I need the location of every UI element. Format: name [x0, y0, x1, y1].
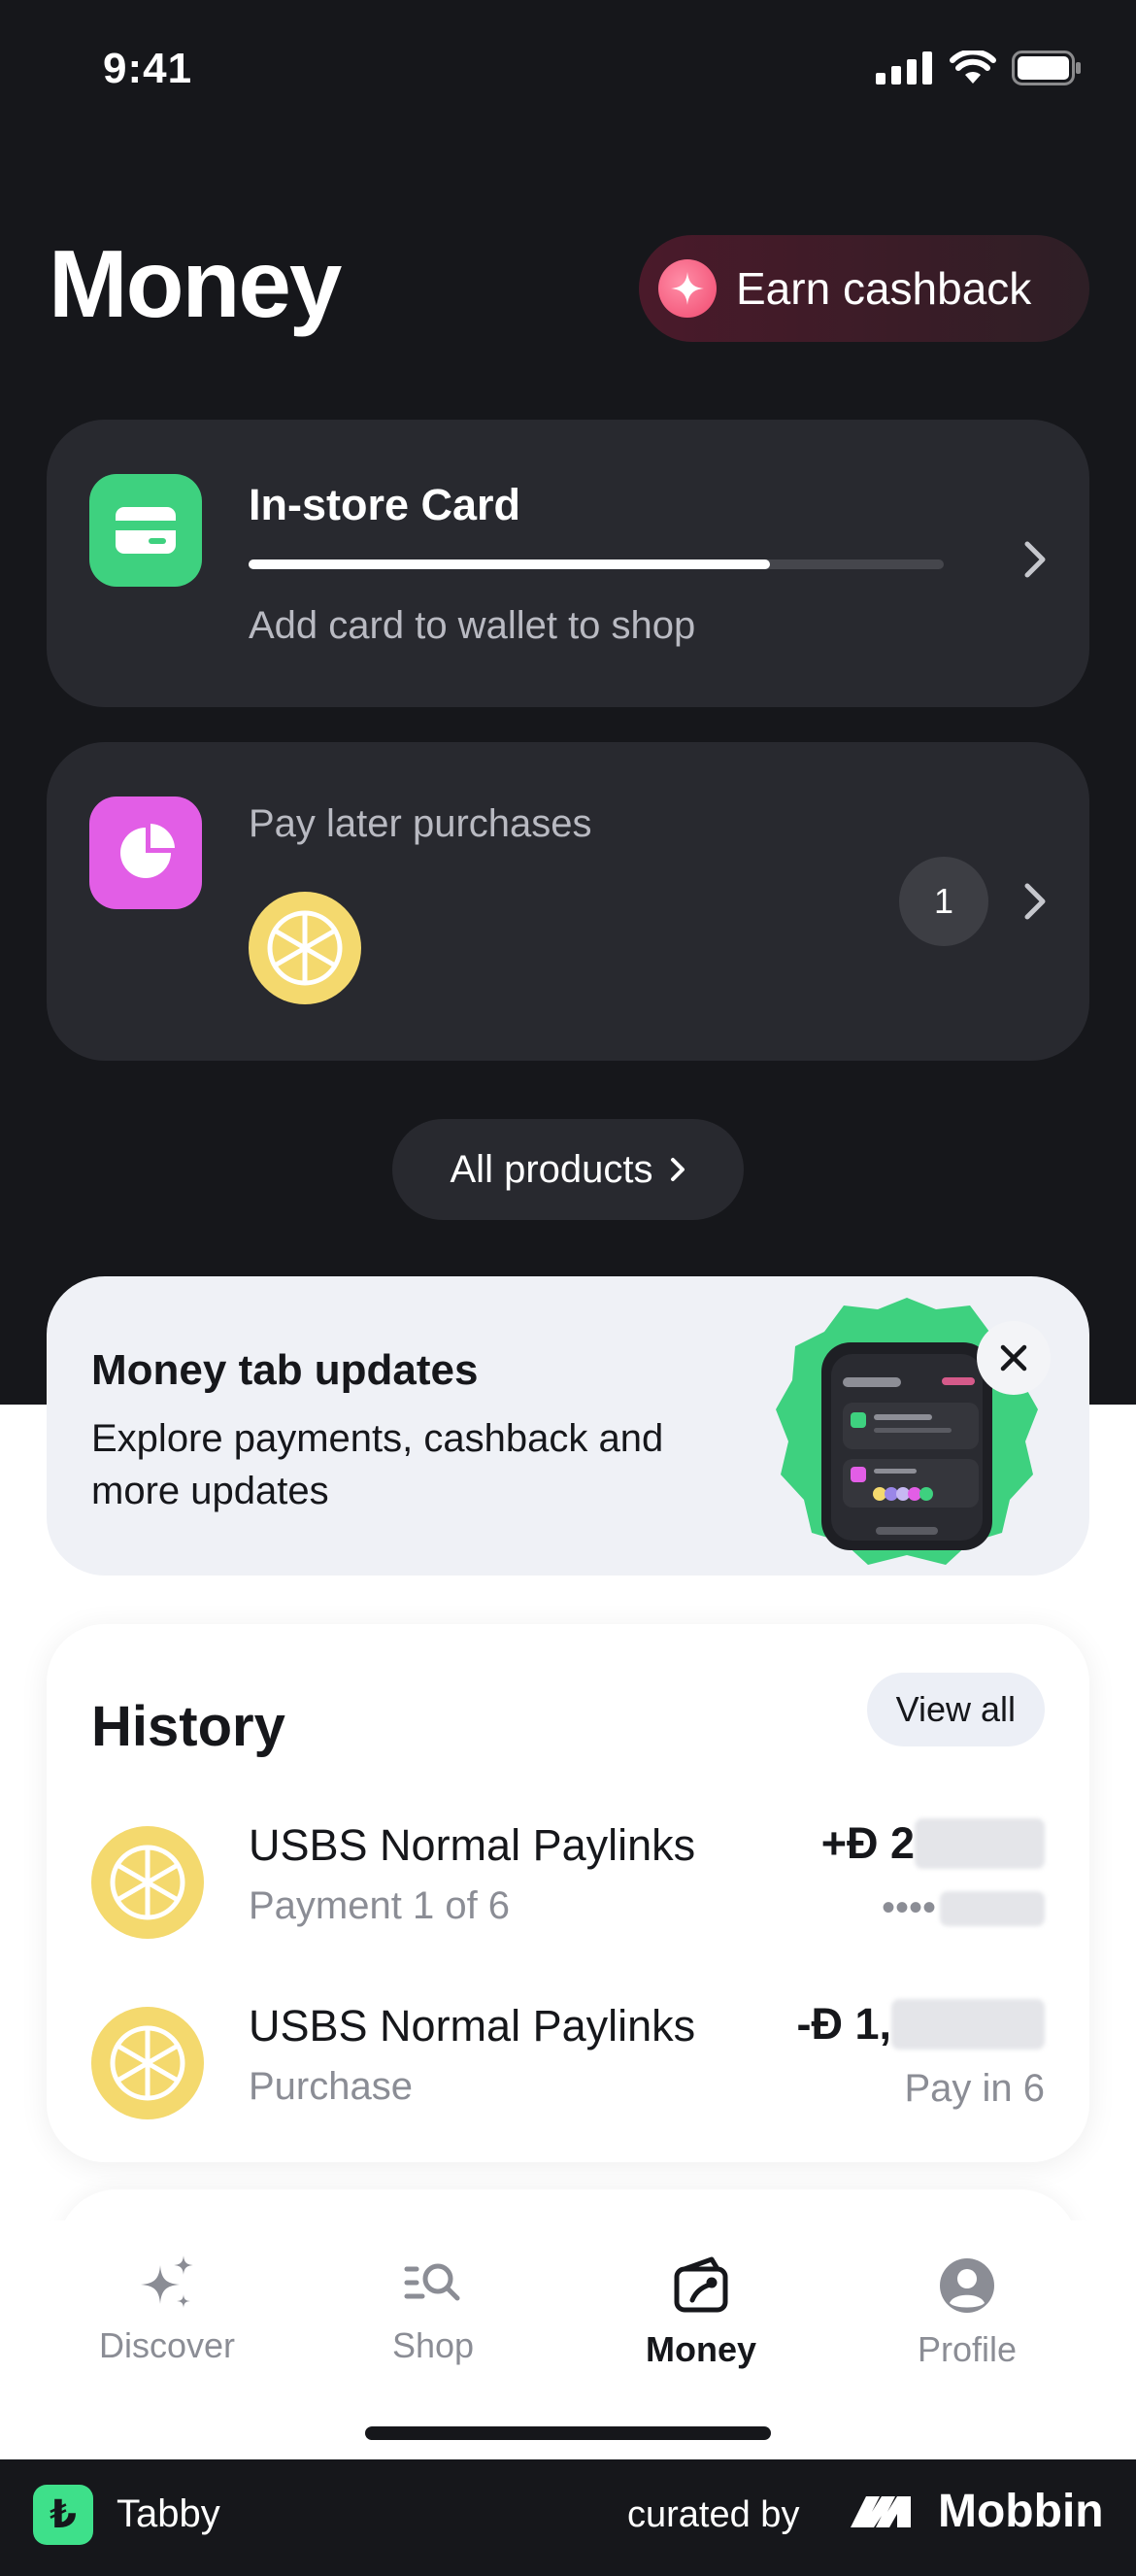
instore-progress-fill	[249, 559, 770, 569]
tab-profile[interactable]: Profile	[870, 2255, 1064, 2370]
instore-progress-bar	[249, 559, 944, 569]
wifi-icon	[950, 51, 996, 84]
all-products-button[interactable]: All products	[392, 1119, 744, 1220]
history-row-subtitle: Payment 1 of 6	[249, 1884, 511, 1927]
history-row[interactable]: USBS Normal Paylinks Purchase -Đ 1, Pay …	[47, 1991, 1089, 2137]
footer-curated-by: curated by	[627, 2494, 800, 2535]
mobbin-brand-label: Mobbin	[938, 2486, 1104, 2537]
history-row-name: USBS Normal Paylinks	[249, 2001, 696, 2051]
history-row-subtitle: Purchase	[249, 2065, 413, 2108]
tab-money-label: Money	[645, 2329, 756, 2369]
merchant-avatar	[91, 2007, 204, 2119]
amount-prefix: -Đ 1,	[796, 1999, 891, 2049]
wallet-icon	[674, 2256, 728, 2313]
history-row-note: Pay in 6	[904, 2067, 1045, 2110]
all-products-label: All products	[450, 1147, 653, 1191]
footer-app-name: Tabby	[117, 2492, 220, 2535]
history-row[interactable]: USBS Normal Paylinks Payment 1 of 6 +Đ 2…	[47, 1811, 1089, 1956]
mobbin-brand: Mobbin	[851, 2485, 1104, 2538]
attribution-footer: ₺ Tabby curated by Mobbin	[0, 2459, 1136, 2576]
amount-prefix: +Đ 2	[820, 1818, 915, 1868]
mobbin-logo-icon	[851, 2495, 911, 2527]
bottom-tab-bar: Discover Shop Money Profile	[0, 2220, 1136, 2459]
paylater-card-title: Pay later purchases	[249, 802, 592, 845]
merchant-avatar	[91, 1826, 204, 1939]
close-updates-button[interactable]	[977, 1321, 1051, 1395]
card-icon	[89, 474, 202, 587]
amount-redacted	[891, 1999, 1045, 2050]
history-card: History View all USBS Normal Paylinks Pa…	[47, 1624, 1089, 2162]
profile-icon	[940, 2258, 994, 2313]
history-title: History	[91, 1695, 285, 1758]
lemon-slice-icon	[110, 1845, 185, 1920]
status-icons	[876, 51, 1082, 85]
tab-profile-label: Profile	[917, 2329, 1018, 2369]
money-tab-updates-card[interactable]: Money tab updates Explore payments, cash…	[47, 1276, 1089, 1576]
signal-icon	[876, 51, 932, 85]
sparkles-icon	[141, 2255, 193, 2308]
earn-cashback-label: Earn cashback	[736, 263, 1032, 314]
history-row-note: ••••	[882, 1886, 1045, 1930]
note-redacted	[940, 1890, 1045, 1926]
view-all-button[interactable]: View all	[866, 1673, 1045, 1746]
instore-card[interactable]: In-store Card Add card to wallet to shop	[47, 420, 1089, 707]
updates-text: Explore payments, cashback and more upda…	[91, 1417, 664, 1512]
lemon-slice-icon	[267, 910, 343, 986]
updates-title: Money tab updates	[91, 1346, 479, 1394]
instore-card-title: In-store Card	[249, 480, 521, 529]
history-row-name: USBS Normal Paylinks	[249, 1820, 696, 1870]
tab-discover[interactable]: Discover	[70, 2255, 264, 2366]
home-indicator	[365, 2426, 771, 2440]
chevron-right-icon	[1024, 541, 1046, 578]
tabby-logo-icon: ₺	[33, 2485, 93, 2545]
close-icon	[1000, 1344, 1027, 1372]
chevron-right-icon	[1024, 883, 1046, 920]
tab-shop-label: Shop	[391, 2325, 475, 2365]
amount-redacted	[915, 1818, 1045, 1869]
paylater-count-badge: 1	[899, 857, 988, 946]
sparkle-icon	[658, 259, 717, 318]
chevron-right-icon	[671, 1158, 685, 1181]
tab-money[interactable]: Money	[604, 2255, 798, 2370]
search-list-icon	[404, 2263, 460, 2301]
history-row-amount: -Đ 1,	[796, 1999, 1045, 2050]
status-time: 9:41	[103, 45, 193, 92]
page-title: Money	[49, 230, 342, 337]
battery-icon	[1012, 51, 1081, 85]
merchant-avatar	[249, 892, 361, 1004]
lemon-slice-icon	[110, 2025, 185, 2101]
earn-cashback-button[interactable]: Earn cashback	[639, 235, 1089, 342]
history-row-amount: +Đ 2	[821, 1818, 1045, 1869]
note-text: ••••	[881, 1886, 936, 1929]
instore-card-subtitle: Add card to wallet to shop	[249, 604, 696, 647]
paylater-card[interactable]: Pay later purchases 1	[47, 742, 1089, 1061]
tab-discover-label: Discover	[98, 2325, 236, 2365]
pie-chart-icon	[89, 797, 202, 909]
tab-shop[interactable]: Shop	[336, 2255, 530, 2366]
